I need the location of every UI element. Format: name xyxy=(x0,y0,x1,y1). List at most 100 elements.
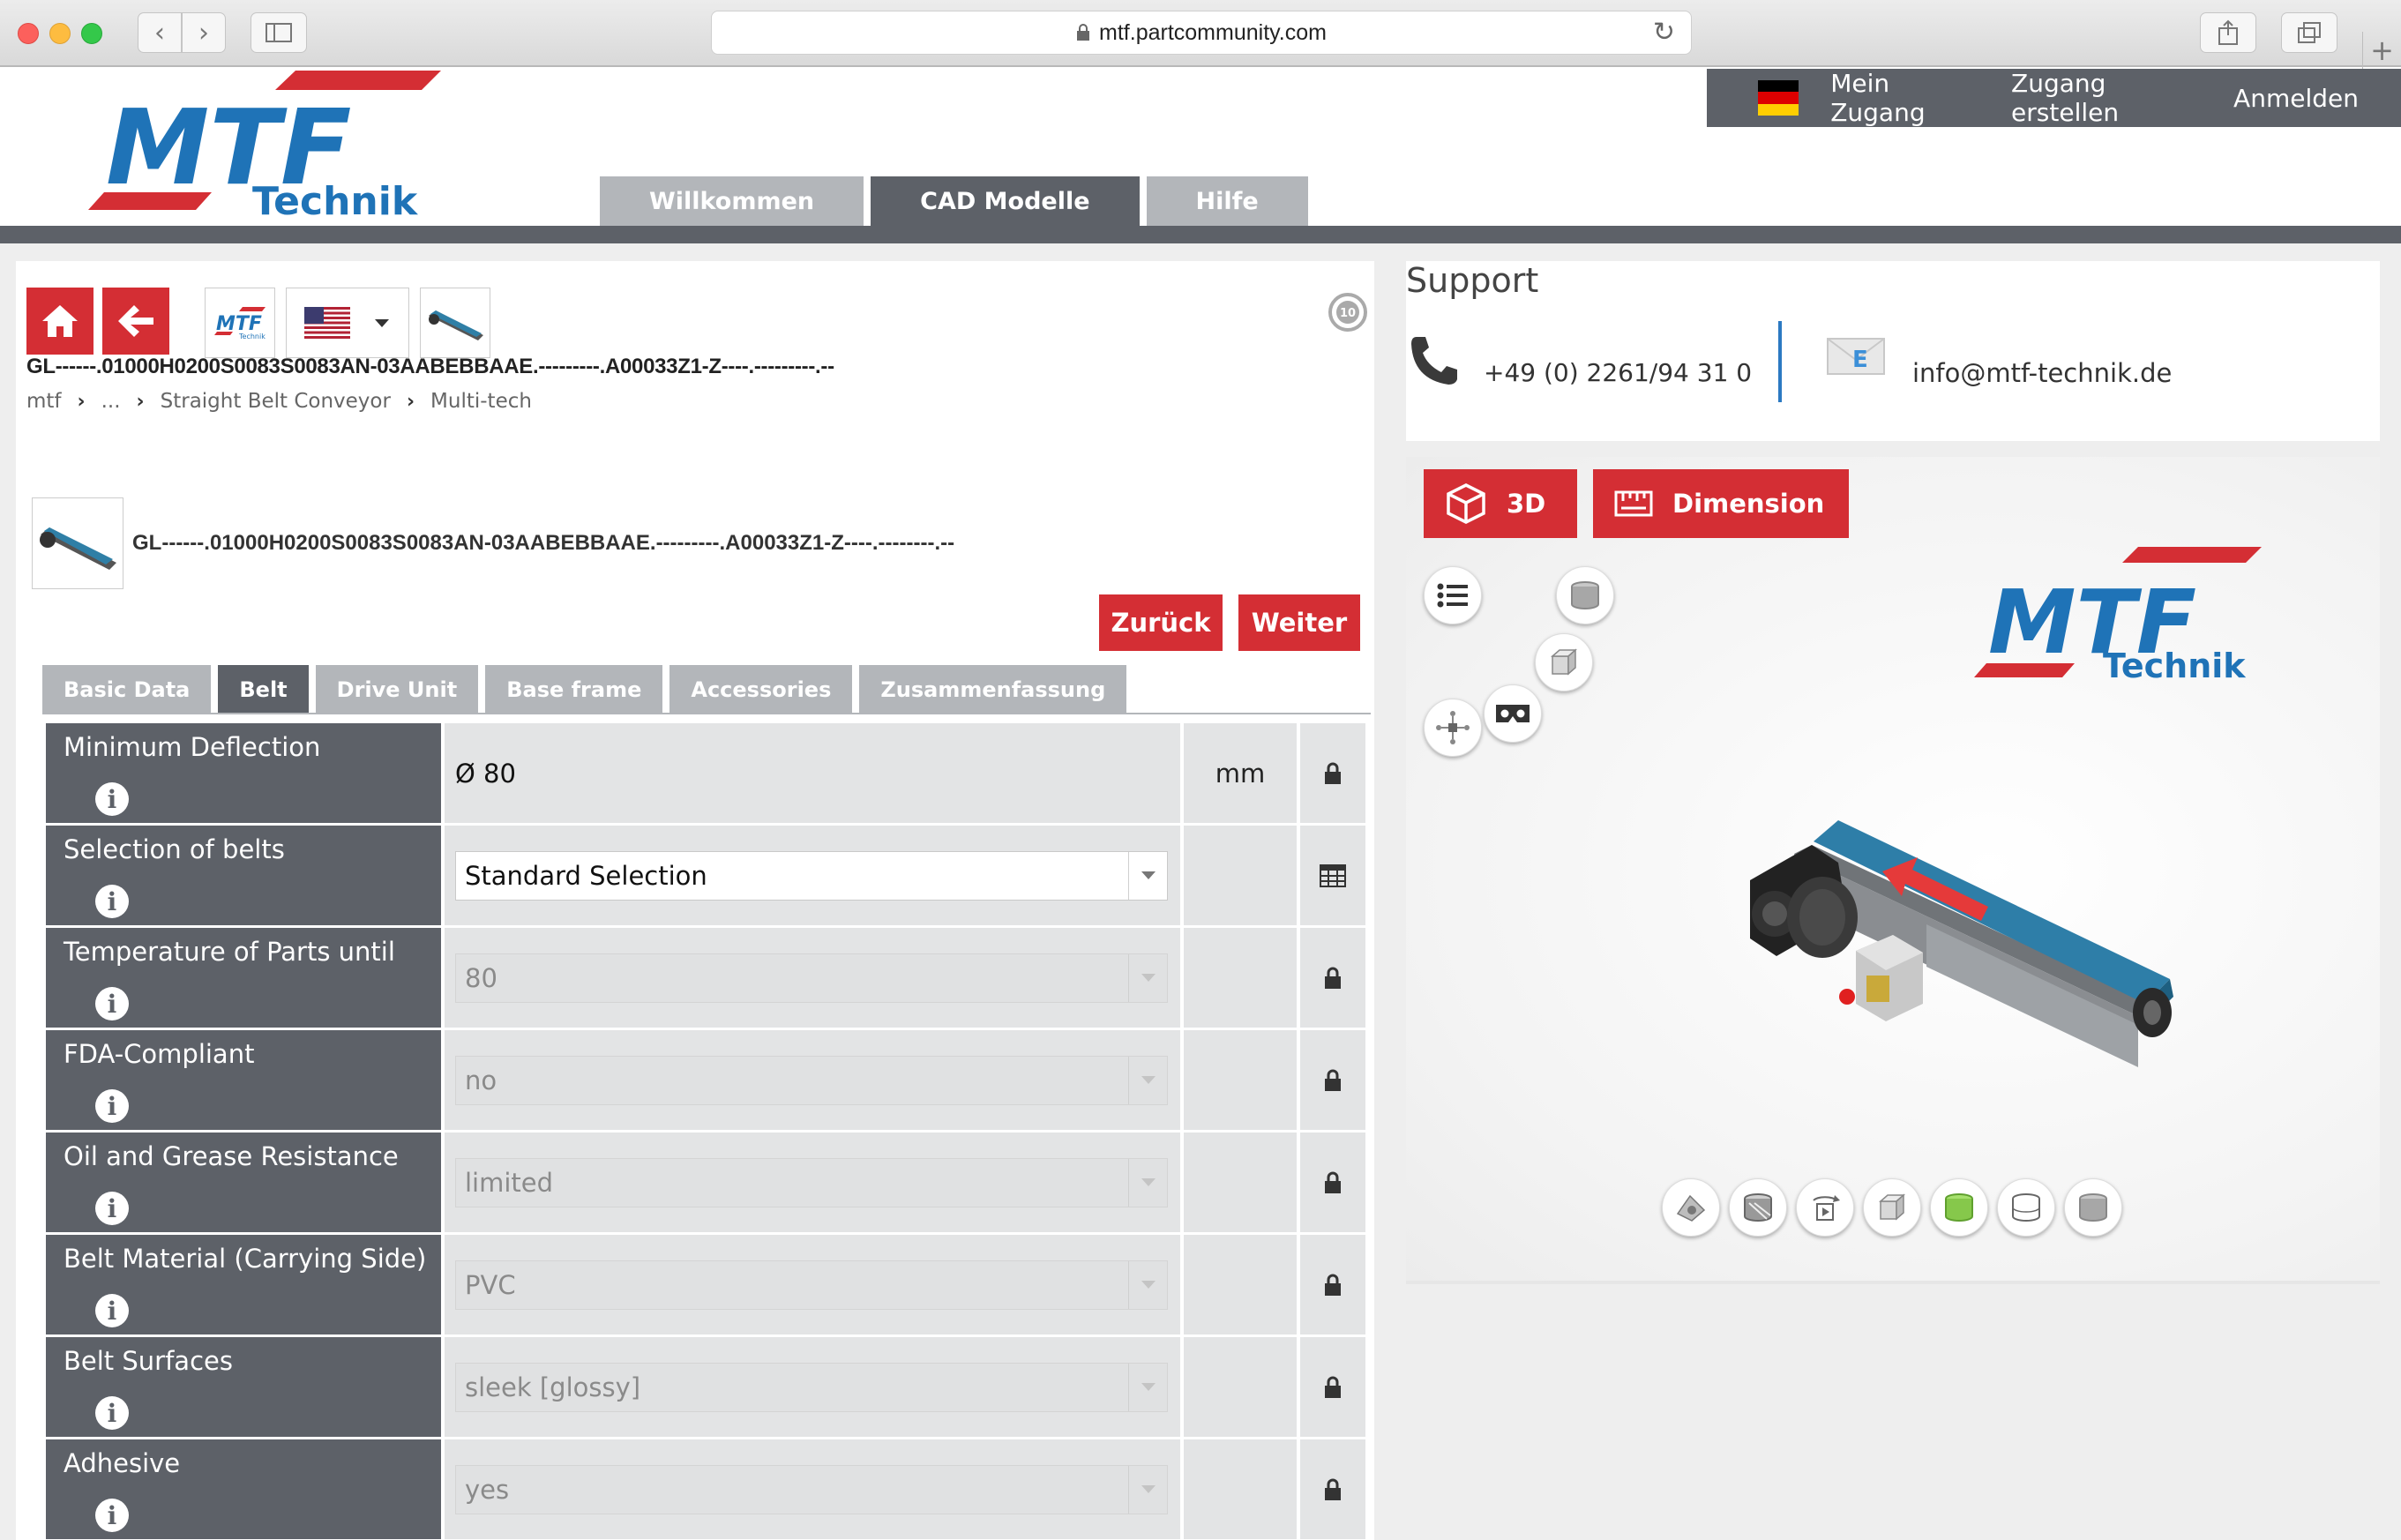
mtf-technik-logo[interactable]: MTF Technik xyxy=(79,69,450,223)
breadcrumb-item-straight-belt-conveyor[interactable]: Straight Belt Conveyor xyxy=(161,390,391,413)
create-account-link[interactable]: Zugang erstellen xyxy=(2011,69,2191,127)
param-label: Belt Material (Carrying Side) i xyxy=(46,1235,441,1334)
dimension-label: Dimension xyxy=(1672,489,1825,519)
zoom-window-button[interactable] xyxy=(81,23,102,44)
tab-accessories[interactable]: Accessories xyxy=(669,665,853,714)
rotation-10-icon[interactable]: 10 xyxy=(1327,291,1369,333)
support-email[interactable]: info@mtf-technik.de xyxy=(1912,358,2172,388)
info-icon[interactable]: i xyxy=(95,1499,129,1532)
tab-belt[interactable]: Belt xyxy=(218,665,309,714)
outline-cylinder-icon xyxy=(2012,1193,2040,1222)
sidebar-toggle-button[interactable] xyxy=(251,12,307,53)
breadcrumb-item-mtf[interactable]: mtf xyxy=(26,390,62,413)
share-button[interactable] xyxy=(2200,12,2256,53)
table-row: Belt Surfaces i sleek [glossy] xyxy=(46,1337,1376,1437)
oil-grease-resistance-dropdown: limited xyxy=(455,1157,1168,1207)
part-title-code: GL------.01000H0200S0083S0083AN-03AABEBB… xyxy=(26,355,834,378)
lock-icon[interactable] xyxy=(1300,723,1365,823)
tab-hilfe[interactable]: Hilfe xyxy=(1146,176,1308,226)
chevron-right-icon: › xyxy=(77,390,86,413)
dimension-button[interactable]: Dimension xyxy=(1593,469,1849,538)
product-thumbnail[interactable] xyxy=(32,497,123,589)
table-row: Selection of belts i Standard Selection xyxy=(46,826,1376,925)
sidebar-icon xyxy=(266,23,292,42)
tab-cad-modelle[interactable]: CAD Modelle xyxy=(871,176,1140,226)
bounding-box-button[interactable] xyxy=(1535,633,1593,692)
share-icon xyxy=(2218,19,2238,45)
tab-drive-unit[interactable]: Drive Unit xyxy=(315,665,479,714)
lock-icon[interactable] xyxy=(1300,1337,1365,1437)
part-preview-button[interactable] xyxy=(420,288,490,358)
new-tab-button[interactable]: + xyxy=(2362,32,2401,69)
param-label: Temperature of Parts until i xyxy=(46,928,441,1028)
section-cut-icon xyxy=(1676,1194,1706,1222)
table-icon[interactable] xyxy=(1300,826,1365,925)
cylinder-icon xyxy=(1571,581,1599,609)
home-button[interactable] xyxy=(26,288,93,355)
tab-zusammenfassung[interactable]: Zusammenfassung xyxy=(859,665,1127,714)
catalog-logo-button[interactable]: MTF Technik xyxy=(205,288,275,358)
lock-icon[interactable] xyxy=(1300,1133,1365,1232)
param-unit xyxy=(1184,1337,1297,1437)
highlight-mode-button[interactable] xyxy=(1930,1178,1988,1237)
info-icon[interactable]: i xyxy=(95,1294,129,1327)
model-tree-button[interactable] xyxy=(1424,566,1482,624)
param-value: Ø 80 xyxy=(445,723,1180,823)
main-tabs: Willkommen CAD Modelle Hilfe xyxy=(600,176,1315,226)
german-flag-icon[interactable] xyxy=(1758,80,1799,116)
back-step-button[interactable]: Zurück xyxy=(1099,594,1223,651)
close-window-button[interactable] xyxy=(18,23,39,44)
explode-view-button[interactable] xyxy=(1424,699,1482,757)
info-icon[interactable]: i xyxy=(95,1396,129,1430)
section-view-button[interactable] xyxy=(1662,1178,1720,1237)
lock-icon[interactable] xyxy=(1300,1235,1365,1334)
animation-button[interactable] xyxy=(1796,1178,1854,1237)
table-row: Temperature of Parts until i 80 xyxy=(46,928,1376,1028)
tab-willkommen[interactable]: Willkommen xyxy=(600,176,864,226)
breadcrumb-item-ellipsis[interactable]: ... xyxy=(101,390,121,413)
info-icon[interactable]: i xyxy=(95,1089,129,1123)
tab-base-frame[interactable]: Base frame xyxy=(485,665,663,714)
tab-basic-data[interactable]: Basic Data xyxy=(42,665,212,714)
wireframe-button[interactable] xyxy=(1729,1178,1787,1237)
breadcrumb-item-multi-tech[interactable]: Multi-tech xyxy=(430,390,532,413)
language-select[interactable] xyxy=(286,288,409,358)
address-bar[interactable]: mtf.partcommunity.com ↻ xyxy=(711,11,1692,55)
info-icon[interactable]: i xyxy=(95,782,129,816)
next-step-button[interactable]: Weiter xyxy=(1238,594,1360,651)
cube-icon xyxy=(1447,483,1485,524)
shaded-view-button[interactable] xyxy=(1863,1178,1921,1237)
belt-selection-dropdown[interactable]: Standard Selection xyxy=(455,850,1168,901)
reload-icon[interactable]: ↻ xyxy=(1653,17,1675,48)
us-flag-icon xyxy=(304,307,350,339)
lock-icon[interactable] xyxy=(1300,928,1365,1028)
info-icon[interactable]: i xyxy=(95,885,129,918)
chevron-down-icon xyxy=(1128,1158,1167,1207)
back-button[interactable] xyxy=(102,288,169,355)
login-link[interactable]: Anmelden xyxy=(2233,84,2359,113)
info-icon[interactable]: i xyxy=(95,1192,129,1225)
conveyor-3d-model[interactable] xyxy=(1662,748,2191,1092)
temperature-dropdown: 80 xyxy=(455,953,1168,1003)
forward-nav-button[interactable]: › xyxy=(182,12,226,53)
tabs-overview-button[interactable] xyxy=(2281,12,2337,53)
back-nav-button[interactable]: ‹ xyxy=(138,12,182,53)
chevron-down-icon xyxy=(1128,1465,1167,1514)
param-unit xyxy=(1184,928,1297,1028)
transparent-mode-button[interactable] xyxy=(1997,1178,2055,1237)
solid-mode-button[interactable] xyxy=(2064,1178,2122,1237)
vr-view-button[interactable] xyxy=(1484,684,1542,743)
minimize-window-button[interactable] xyxy=(49,23,71,44)
render-mode-button[interactable] xyxy=(1556,566,1614,624)
config-tabs: Basic Data Belt Drive Unit Base frame Ac… xyxy=(42,665,1133,714)
my-account-link[interactable]: Mein Zugang xyxy=(1830,69,1969,127)
mtf-logo-icon: MTFTechnik xyxy=(214,307,266,340)
chevron-down-icon xyxy=(1128,953,1167,1002)
support-phone[interactable]: +49 (0) 2261/94 31 0 xyxy=(1484,358,1752,387)
table-row: Oil and Grease Resistance i limited xyxy=(46,1133,1376,1232)
table-row: Belt Material (Carrying Side) i PVC xyxy=(46,1235,1376,1334)
lock-icon[interactable] xyxy=(1300,1439,1365,1539)
info-icon[interactable]: i xyxy=(95,987,129,1020)
view-3d-button[interactable]: 3D xyxy=(1424,469,1577,538)
lock-icon[interactable] xyxy=(1300,1030,1365,1130)
